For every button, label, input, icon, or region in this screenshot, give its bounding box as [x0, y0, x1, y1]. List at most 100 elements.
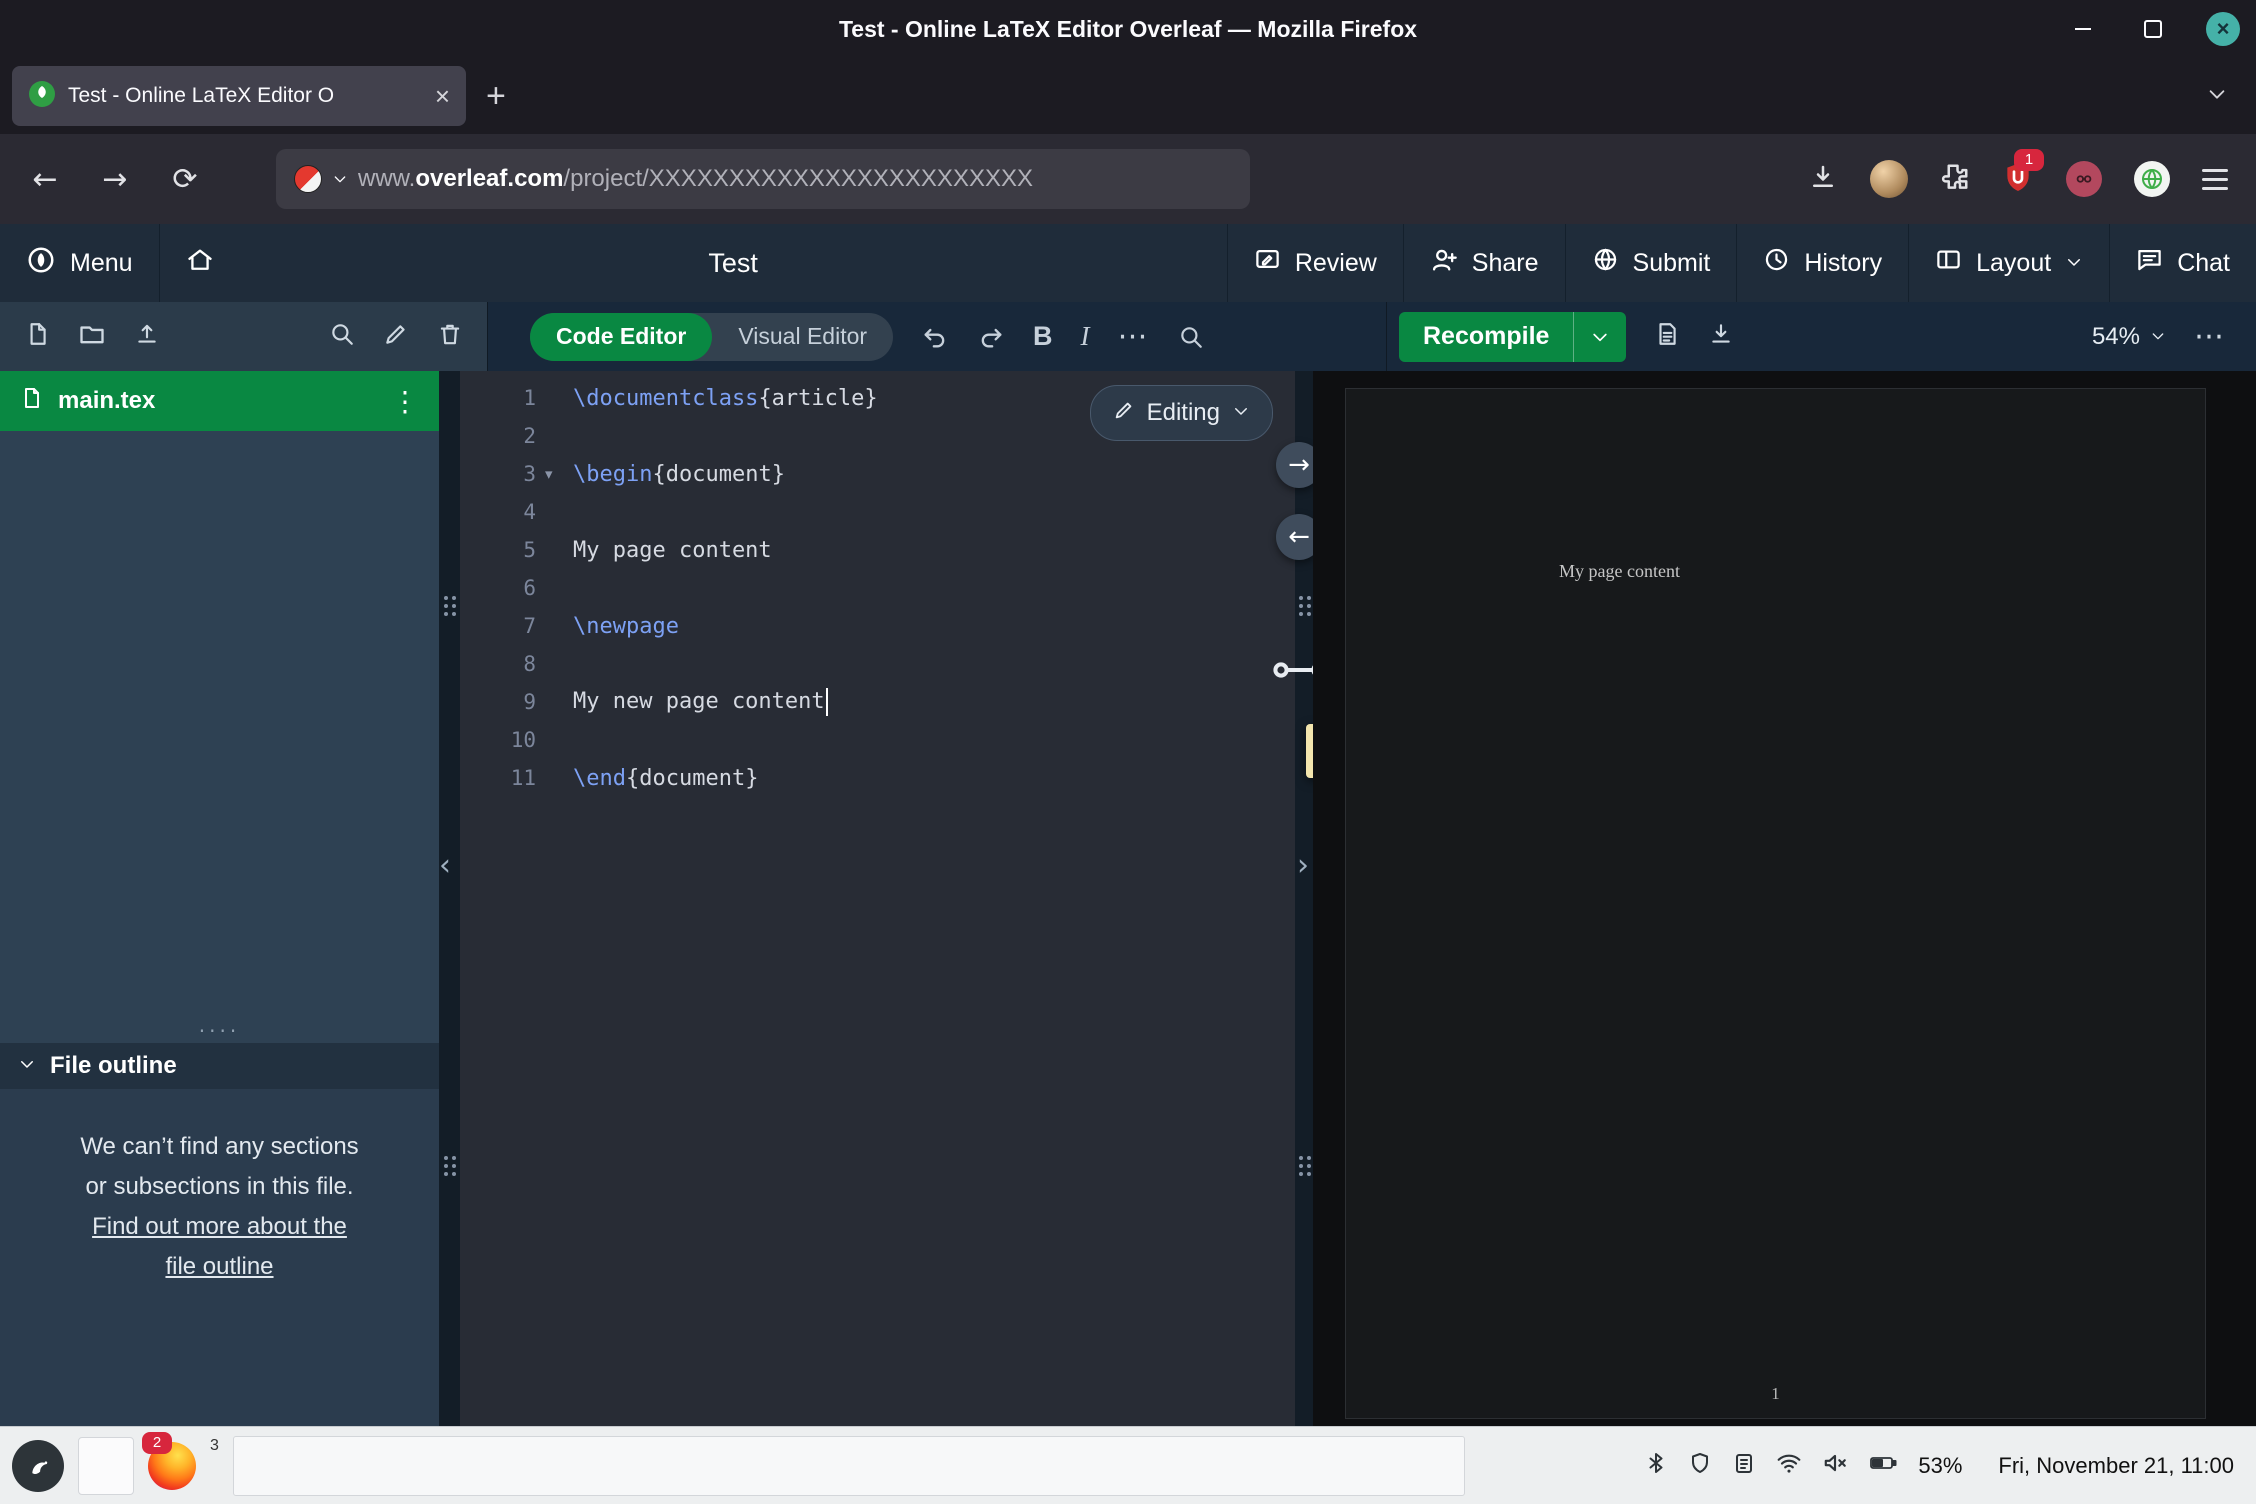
- recompile-chevron-icon[interactable]: [1574, 327, 1626, 347]
- code-line[interactable]: 4: [460, 493, 1295, 531]
- privacy-extension-icon[interactable]: [2066, 161, 2102, 197]
- line-number: 2: [460, 424, 542, 448]
- code-line[interactable]: 10: [460, 721, 1295, 759]
- layout-button[interactable]: Layout: [1908, 224, 2109, 302]
- bluetooth-icon[interactable]: [1644, 1451, 1668, 1480]
- outline-help-link-line1[interactable]: Find out more about the: [24, 1207, 415, 1247]
- review-button[interactable]: Review: [1227, 224, 1403, 302]
- code-text: My new page content: [569, 688, 828, 716]
- delete-trash-icon[interactable]: [437, 321, 463, 352]
- file-tree-empty-area[interactable]: [0, 431, 439, 1019]
- filetree-editor-divider[interactable]: ‹: [439, 371, 460, 1427]
- clipboard-icon[interactable]: [1732, 1451, 1756, 1480]
- url-text[interactable]: www.overleaf.com/project/XXXXXXXXXXXXXXX…: [358, 165, 1033, 193]
- bold-button[interactable]: B: [1033, 321, 1053, 352]
- line-number: 9: [460, 690, 542, 714]
- fold-caret-icon[interactable]: ▾: [542, 465, 569, 483]
- ublock-extension-icon[interactable]: 1: [2002, 161, 2034, 198]
- collapse-left-chevron-icon[interactable]: ‹: [439, 851, 451, 881]
- code-text: \newpage: [569, 614, 679, 639]
- chat-button[interactable]: Chat: [2109, 224, 2256, 302]
- forward-button[interactable]: →: [90, 154, 140, 204]
- zoom-control[interactable]: 54%: [2092, 323, 2166, 351]
- code-line[interactable]: 8: [460, 645, 1295, 683]
- editing-mode-dropdown[interactable]: Editing: [1090, 385, 1273, 441]
- firefox-task-button[interactable]: 2: [148, 1440, 200, 1492]
- file-menu-kebab-icon[interactable]: ⋮: [391, 385, 419, 418]
- history-button[interactable]: History: [1736, 224, 1908, 302]
- outline-resize-handle[interactable]: ····: [0, 1019, 439, 1043]
- back-button[interactable]: ←: [20, 154, 70, 204]
- close-button[interactable]: ×: [2206, 12, 2240, 46]
- site-identity-chevron-icon[interactable]: [332, 171, 348, 187]
- window-titlebar: Test - Online LaTeX Editor Overleaf — Mo…: [0, 0, 2256, 58]
- globe-extension-icon[interactable]: [2134, 161, 2170, 197]
- new-file-icon[interactable]: [24, 321, 50, 352]
- account-avatar[interactable]: [1870, 160, 1908, 198]
- code-editor[interactable]: 1\documentclass{article}23▾\begin{docume…: [460, 371, 1295, 1427]
- collapse-right-chevron-icon[interactable]: ›: [1297, 851, 1309, 881]
- code-line[interactable]: 3▾\begin{document}: [460, 455, 1295, 493]
- more-tools-icon[interactable]: ⋯: [1118, 319, 1150, 354]
- maximize-button[interactable]: [2136, 12, 2170, 46]
- italic-button[interactable]: I: [1081, 321, 1090, 352]
- home-button[interactable]: [159, 224, 240, 302]
- outline-message-line1: We can’t find any sections: [80, 1133, 358, 1160]
- rename-pencil-icon[interactable]: [383, 321, 409, 352]
- layout-chevron-icon: [2065, 249, 2083, 278]
- reload-button[interactable]: ⟳: [160, 154, 210, 204]
- code-line[interactable]: 7\newpage: [460, 607, 1295, 645]
- pdf-preview-panel[interactable]: My page content 1: [1313, 371, 2256, 1427]
- upload-icon[interactable]: [134, 321, 160, 352]
- line-number: 6: [460, 576, 542, 600]
- site-identity-icon[interactable]: [294, 165, 322, 193]
- tab-close-icon[interactable]: ×: [435, 83, 450, 109]
- pdf-more-icon[interactable]: ⋯: [2194, 319, 2226, 354]
- download-pdf-icon[interactable]: [1708, 321, 1734, 352]
- code-line[interactable]: 11\end{document}: [460, 759, 1295, 797]
- tab-strip: Test - Online LaTeX Editor O × +: [0, 58, 2256, 134]
- layout-label: Layout: [1976, 249, 2051, 278]
- visual-editor-tab[interactable]: Visual Editor: [712, 323, 893, 350]
- browser-tab[interactable]: Test - Online LaTeX Editor O ×: [12, 66, 466, 126]
- list-tabs-chevron-icon[interactable]: [2206, 83, 2228, 110]
- code-line[interactable]: 9 My new page content: [460, 683, 1295, 721]
- window-thumbnail-button[interactable]: [78, 1437, 134, 1495]
- outline-help-link-line2[interactable]: file outline: [24, 1247, 415, 1287]
- undo-icon[interactable]: [921, 323, 949, 351]
- volume-muted-icon[interactable]: [1822, 1450, 1848, 1481]
- clock[interactable]: Fri, November 21, 11:00: [1998, 1453, 2234, 1479]
- line-number: 8: [460, 652, 542, 676]
- code-text: \begin{document}: [569, 462, 785, 487]
- recompile-button[interactable]: Recompile: [1399, 312, 1626, 362]
- menu-button[interactable]: Menu: [0, 224, 159, 302]
- editor-mode-switch: Code Editor Visual Editor: [530, 313, 893, 361]
- task-list-area[interactable]: [233, 1436, 1465, 1496]
- code-line[interactable]: 6: [460, 569, 1295, 607]
- extensions-puzzle-icon[interactable]: [1940, 162, 1970, 197]
- url-bar[interactable]: www.overleaf.com/project/XXXXXXXXXXXXXXX…: [276, 149, 1250, 209]
- security-shield-icon[interactable]: [1688, 1451, 1712, 1480]
- share-button[interactable]: Share: [1403, 224, 1565, 302]
- menu-hamburger-icon[interactable]: [2202, 169, 2228, 190]
- minimize-button[interactable]: [2066, 12, 2100, 46]
- system-tray: 53% Fri, November 21, 11:00: [1644, 1450, 2244, 1481]
- grip-dots-icon: [1299, 596, 1303, 600]
- code-line[interactable]: 5My page content: [460, 531, 1295, 569]
- search-editor-icon[interactable]: [1178, 324, 1204, 350]
- redo-icon[interactable]: [977, 323, 1005, 351]
- code-editor-tab[interactable]: Code Editor: [530, 313, 712, 361]
- pdf-page-number: 1: [1346, 1384, 2205, 1404]
- search-project-icon[interactable]: [329, 321, 355, 352]
- lubuntu-logo-icon: [21, 1449, 55, 1483]
- overleaf-logo-icon: [26, 245, 56, 282]
- file-row-main-tex[interactable]: main.tex ⋮: [0, 371, 439, 431]
- compile-log-icon[interactable]: [1654, 321, 1680, 352]
- new-folder-icon[interactable]: [78, 320, 106, 353]
- wifi-icon[interactable]: [1776, 1450, 1802, 1481]
- new-tab-button[interactable]: +: [486, 77, 506, 116]
- downloads-icon[interactable]: [1808, 162, 1838, 197]
- file-outline-header[interactable]: File outline: [0, 1043, 439, 1089]
- start-menu-button[interactable]: [12, 1440, 64, 1492]
- submit-button[interactable]: Submit: [1565, 224, 1737, 302]
